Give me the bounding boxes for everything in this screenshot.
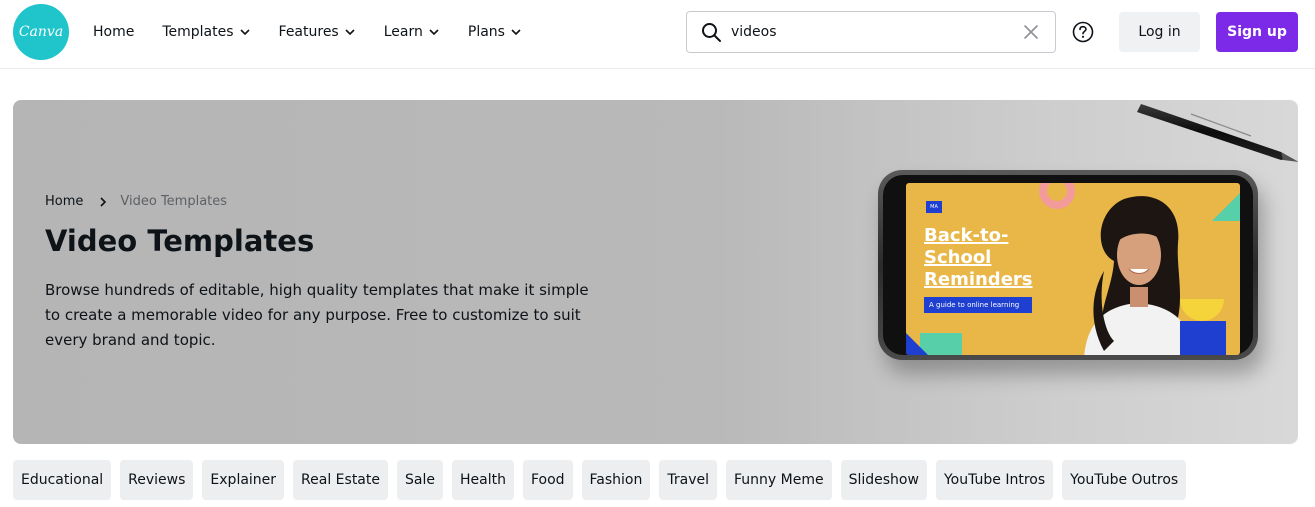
search-input[interactable]	[731, 12, 1011, 52]
search-icon	[702, 23, 721, 42]
pen-illustration	[1137, 104, 1298, 162]
nav-learn[interactable]: Learn	[384, 24, 440, 40]
breadcrumb: Home Video Templates	[45, 194, 227, 209]
phone-mockup: MA Back-to-School Reminders A guide to o…	[878, 170, 1258, 360]
chevron-right-icon	[100, 196, 107, 207]
breadcrumb-current: Video Templates	[120, 194, 228, 209]
tag-travel[interactable]: Travel	[659, 460, 717, 500]
tag-real-estate[interactable]: Real Estate	[293, 460, 388, 500]
tag-reviews[interactable]: Reviews	[120, 460, 194, 500]
tag-educational[interactable]: Educational	[13, 460, 112, 500]
page-description: Browse hundreds of editable, high qualit…	[45, 281, 589, 349]
page-title: Video Templates	[45, 224, 315, 258]
preview-subtitle: A guide to online learning	[924, 297, 1032, 313]
preview-title: Back-to-School Reminders	[924, 225, 1033, 290]
tag-funny-meme[interactable]: Funny Meme	[726, 460, 832, 500]
main-nav: Home Templates Features Learn Plans	[93, 0, 550, 64]
rect-shape	[1180, 321, 1226, 355]
login-button[interactable]: Log in	[1119, 12, 1200, 52]
tag-youtube-intros[interactable]: YouTube Intros	[935, 460, 1054, 500]
category-tags: Educational Reviews Explainer Real Estat…	[13, 460, 1195, 500]
nav-home-label: Home	[93, 24, 135, 40]
tag-health[interactable]: Health	[451, 460, 514, 500]
search-box	[686, 11, 1056, 53]
chevron-down-icon	[239, 29, 250, 36]
tag-slideshow[interactable]: Slideshow	[840, 460, 927, 500]
tag-youtube-outros[interactable]: YouTube Outros	[1062, 460, 1187, 500]
nav-learn-label: Learn	[383, 24, 423, 40]
nav-features-label: Features	[278, 24, 339, 40]
triangle-shape	[1212, 193, 1240, 221]
nav-templates-label: Templates	[162, 24, 234, 40]
preview-badge: MA	[926, 201, 942, 213]
chevron-down-icon	[511, 29, 521, 36]
logo-text: Canva	[18, 24, 64, 40]
phone-bezel: MA Back-to-School Reminders A guide to o…	[883, 175, 1253, 355]
tag-fashion[interactable]: Fashion	[581, 460, 651, 500]
nav-plans-label: Plans	[467, 24, 505, 40]
close-icon[interactable]	[1023, 24, 1039, 40]
triangle-shape	[906, 333, 928, 355]
signup-button[interactable]: Sign up	[1216, 12, 1298, 52]
help-icon[interactable]	[1072, 21, 1094, 43]
breadcrumb-home[interactable]: Home	[45, 194, 83, 209]
nav-features[interactable]: Features	[279, 24, 356, 40]
nav-plans[interactable]: Plans	[468, 24, 522, 40]
nav-home[interactable]: Home	[93, 24, 134, 40]
chevron-down-icon	[345, 29, 355, 36]
tag-sale[interactable]: Sale	[397, 460, 443, 500]
top-header: Canva Home Templates Features Learn Plan…	[0, 0, 1315, 69]
tag-explainer[interactable]: Explainer	[202, 460, 285, 500]
canva-logo[interactable]: Canva	[13, 4, 69, 60]
ring-shape	[1039, 183, 1075, 209]
tag-food[interactable]: Food	[522, 460, 573, 500]
nav-templates[interactable]: Templates	[162, 24, 250, 40]
video-preview[interactable]: MA Back-to-School Reminders A guide to o…	[906, 183, 1240, 355]
chevron-down-icon	[429, 29, 439, 36]
hero-banner: Home Video Templates Video Templates Bro…	[13, 100, 1298, 444]
